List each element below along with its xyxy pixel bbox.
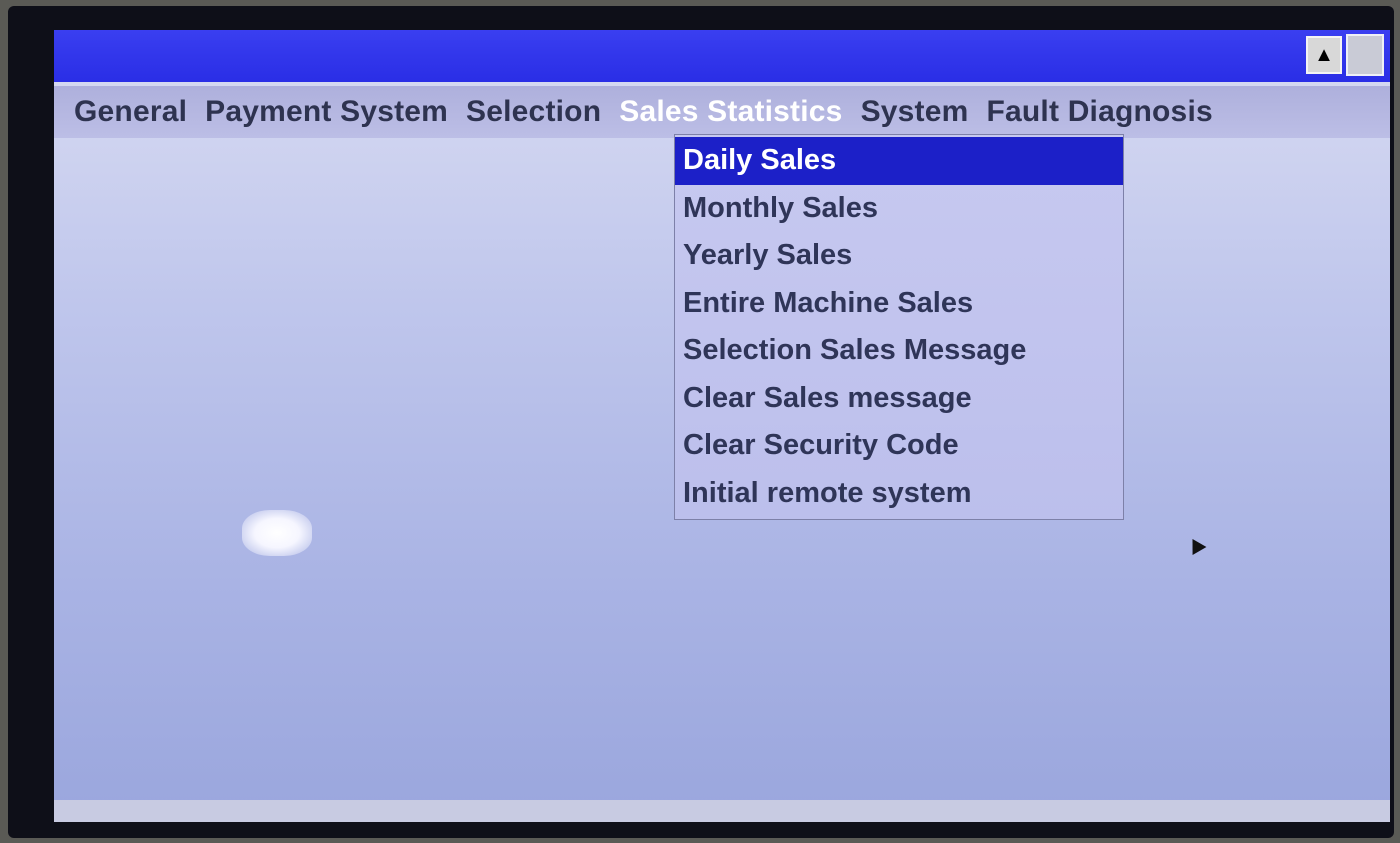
pointer-cursor-icon	[1185, 534, 1207, 556]
title-bar: ▲	[54, 30, 1390, 82]
window-control-button[interactable]	[1346, 34, 1384, 76]
menu-general[interactable]: General	[66, 89, 195, 135]
menu-item-yearly-sales[interactable]: Yearly Sales	[675, 232, 1123, 280]
menu-item-selection-sales-message[interactable]: Selection Sales Message	[675, 327, 1123, 375]
menu-sales-statistics[interactable]: Sales Statistics	[611, 89, 850, 135]
menu-fault-diagnosis[interactable]: Fault Diagnosis	[979, 89, 1221, 135]
menu-item-initial-remote-system[interactable]: Initial remote system	[675, 470, 1123, 518]
menu-item-clear-sales-message[interactable]: Clear Sales message	[675, 375, 1123, 423]
menu-item-monthly-sales[interactable]: Monthly Sales	[675, 185, 1123, 233]
menu-item-clear-security-code[interactable]: Clear Security Code	[675, 422, 1123, 470]
device-bezel: ▲ General Payment System Selection Sales…	[8, 6, 1394, 838]
screen-glare	[242, 510, 312, 556]
sales-statistics-dropdown: Daily Sales Monthly Sales Yearly Sales E…	[674, 134, 1124, 520]
scroll-up-button[interactable]: ▲	[1306, 36, 1342, 74]
arrow-up-icon: ▲	[1314, 43, 1334, 66]
status-strip	[54, 800, 1390, 822]
menu-bar: General Payment System Selection Sales S…	[54, 86, 1390, 138]
menu-payment-system[interactable]: Payment System	[197, 89, 456, 135]
screen: ▲ General Payment System Selection Sales…	[54, 30, 1390, 822]
menu-item-entire-machine-sales[interactable]: Entire Machine Sales	[675, 280, 1123, 328]
menu-selection[interactable]: Selection	[458, 89, 609, 135]
menu-item-daily-sales[interactable]: Daily Sales	[675, 137, 1123, 185]
menu-system[interactable]: System	[853, 89, 977, 135]
